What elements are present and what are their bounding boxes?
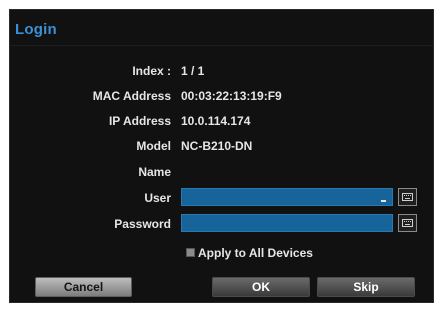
mac-label: MAC Address <box>92 89 171 103</box>
password-keyboard-button[interactable] <box>398 214 417 232</box>
text-cursor <box>381 200 386 202</box>
model-value: NC-B210-DN <box>181 139 253 153</box>
password-label: Password <box>114 217 171 231</box>
model-row: Model NC-B210-DN <box>10 138 435 154</box>
ip-label: IP Address <box>108 114 171 128</box>
keyboard-icon <box>402 219 413 227</box>
mac-value: 00:03:22:13:19:F9 <box>181 89 282 103</box>
password-input[interactable] <box>181 214 393 232</box>
ip-value: 10.0.114.174 <box>181 114 251 128</box>
user-input[interactable] <box>181 188 393 206</box>
ok-button[interactable]: OK <box>212 277 310 297</box>
index-row: Index : 1 / 1 <box>10 63 435 79</box>
index-value: 1 / 1 <box>181 64 205 78</box>
apply-all-label: Apply to All Devices <box>198 246 313 260</box>
index-label: Index : <box>132 64 171 78</box>
ip-row: IP Address 10.0.114.174 <box>10 113 435 129</box>
cancel-button[interactable]: Cancel <box>35 277 132 297</box>
user-keyboard-button[interactable] <box>398 188 417 206</box>
dialog-title: Login <box>15 21 57 38</box>
name-row: Name <box>10 164 435 180</box>
keyboard-icon <box>402 193 413 201</box>
name-label: Name <box>138 165 171 179</box>
mac-row: MAC Address 00:03:22:13:19:F9 <box>10 88 435 104</box>
skip-button[interactable]: Skip <box>317 277 415 297</box>
model-label: Model <box>136 139 171 153</box>
user-label: User <box>144 191 171 205</box>
title-divider <box>10 45 433 46</box>
apply-all-checkbox[interactable] <box>186 248 195 257</box>
login-dialog: Login Index : 1 / 1 MAC Address 00:03:22… <box>9 9 434 303</box>
